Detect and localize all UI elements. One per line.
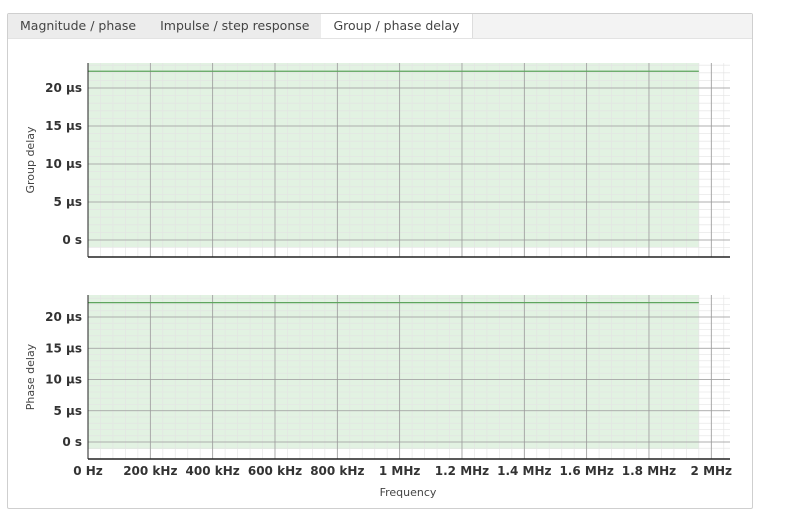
x-tick-label: 800 kHz (310, 464, 364, 478)
x-tick-label: 1 MHz (379, 464, 421, 478)
y-tick-label: 10 µs (45, 157, 82, 171)
x-tick-label: 0 Hz (73, 464, 103, 478)
x-tick-label: 200 kHz (123, 464, 177, 478)
y-axis-label: Group delay (24, 126, 37, 194)
y-tick-label: 0 s (62, 233, 82, 247)
y-tick-label: 15 µs (45, 341, 82, 355)
x-tick-label: 1.2 MHz (435, 464, 489, 478)
y-tick-label: 5 µs (54, 195, 83, 209)
x-axis-label: Frequency (380, 486, 437, 499)
x-tick-label: 2 MHz (691, 464, 733, 478)
area-fill (88, 295, 699, 449)
y-tick-label: 20 µs (45, 81, 82, 95)
y-axis-label: Phase delay (24, 343, 37, 410)
x-tick-label: 600 kHz (248, 464, 302, 478)
x-tick-label: 1.4 MHz (497, 464, 551, 478)
y-tick-label: 20 µs (45, 310, 82, 324)
y-tick-label: 10 µs (45, 373, 82, 387)
y-tick-label: 5 µs (54, 404, 83, 418)
x-tick-label: 1.8 MHz (622, 464, 676, 478)
y-tick-label: 0 s (62, 435, 82, 449)
y-tick-label: 15 µs (45, 119, 82, 133)
x-tick-label: 1.6 MHz (559, 464, 613, 478)
area-fill (88, 63, 699, 247)
x-tick-label: 400 kHz (186, 464, 240, 478)
delay-charts: 0 s 5 µs 10 µs 15 µs 20 µs Group delay 0 s 5 µs… (24, 63, 733, 499)
